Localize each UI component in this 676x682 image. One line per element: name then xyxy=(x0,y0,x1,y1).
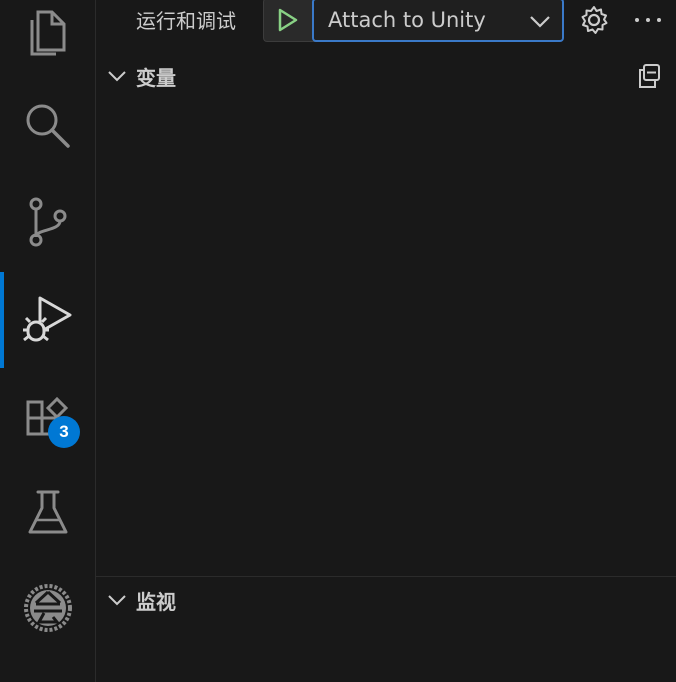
panel-title: 运行和调试 xyxy=(136,9,236,33)
accounts-seal-icon xyxy=(23,584,72,632)
run-debug-button[interactable] xyxy=(0,272,95,368)
accounts-button[interactable] xyxy=(0,560,95,656)
watch-title: 监视 xyxy=(136,589,176,614)
collapse-all-button[interactable] xyxy=(636,62,662,94)
run-debug-panel: 运行和调试 Attach to Unity 变量 监视 xyxy=(96,0,676,682)
search-button[interactable] xyxy=(0,78,95,174)
watch-section-header[interactable]: 监视 xyxy=(96,580,676,620)
open-launch-json-button[interactable] xyxy=(578,4,610,40)
search-icon xyxy=(26,104,70,148)
play-icon xyxy=(278,8,298,32)
ellipsis-icon xyxy=(635,18,661,22)
testing-icon xyxy=(28,490,67,534)
explorer-icon xyxy=(30,10,65,56)
extensions-badge: 3 xyxy=(48,416,80,448)
more-actions-button[interactable] xyxy=(632,4,664,40)
chevron-down-icon xyxy=(530,16,550,28)
source-control-button[interactable] xyxy=(0,174,95,270)
start-debugging-button[interactable] xyxy=(264,0,312,41)
launch-config-box: Attach to Unity xyxy=(263,0,564,42)
launch-config-label: Attach to Unity xyxy=(328,8,486,32)
chevron-down-icon xyxy=(108,71,126,82)
debug-toolbar: 运行和调试 Attach to Unity xyxy=(96,0,676,44)
collapse-all-icon xyxy=(639,64,660,88)
testing-button[interactable] xyxy=(0,466,95,562)
chevron-down-icon xyxy=(108,595,126,606)
source-control-icon xyxy=(29,197,66,247)
variables-section-header[interactable]: 变量 xyxy=(96,56,676,96)
section-divider xyxy=(96,576,676,577)
gear-icon xyxy=(581,6,608,34)
activity-bar: 3 xyxy=(0,0,96,682)
run-debug-icon xyxy=(22,296,71,342)
variables-title: 变量 xyxy=(136,65,176,90)
extensions-button[interactable] xyxy=(0,370,95,466)
explorer-button[interactable] xyxy=(0,0,95,78)
launch-config-select[interactable]: Attach to Unity xyxy=(312,0,564,42)
